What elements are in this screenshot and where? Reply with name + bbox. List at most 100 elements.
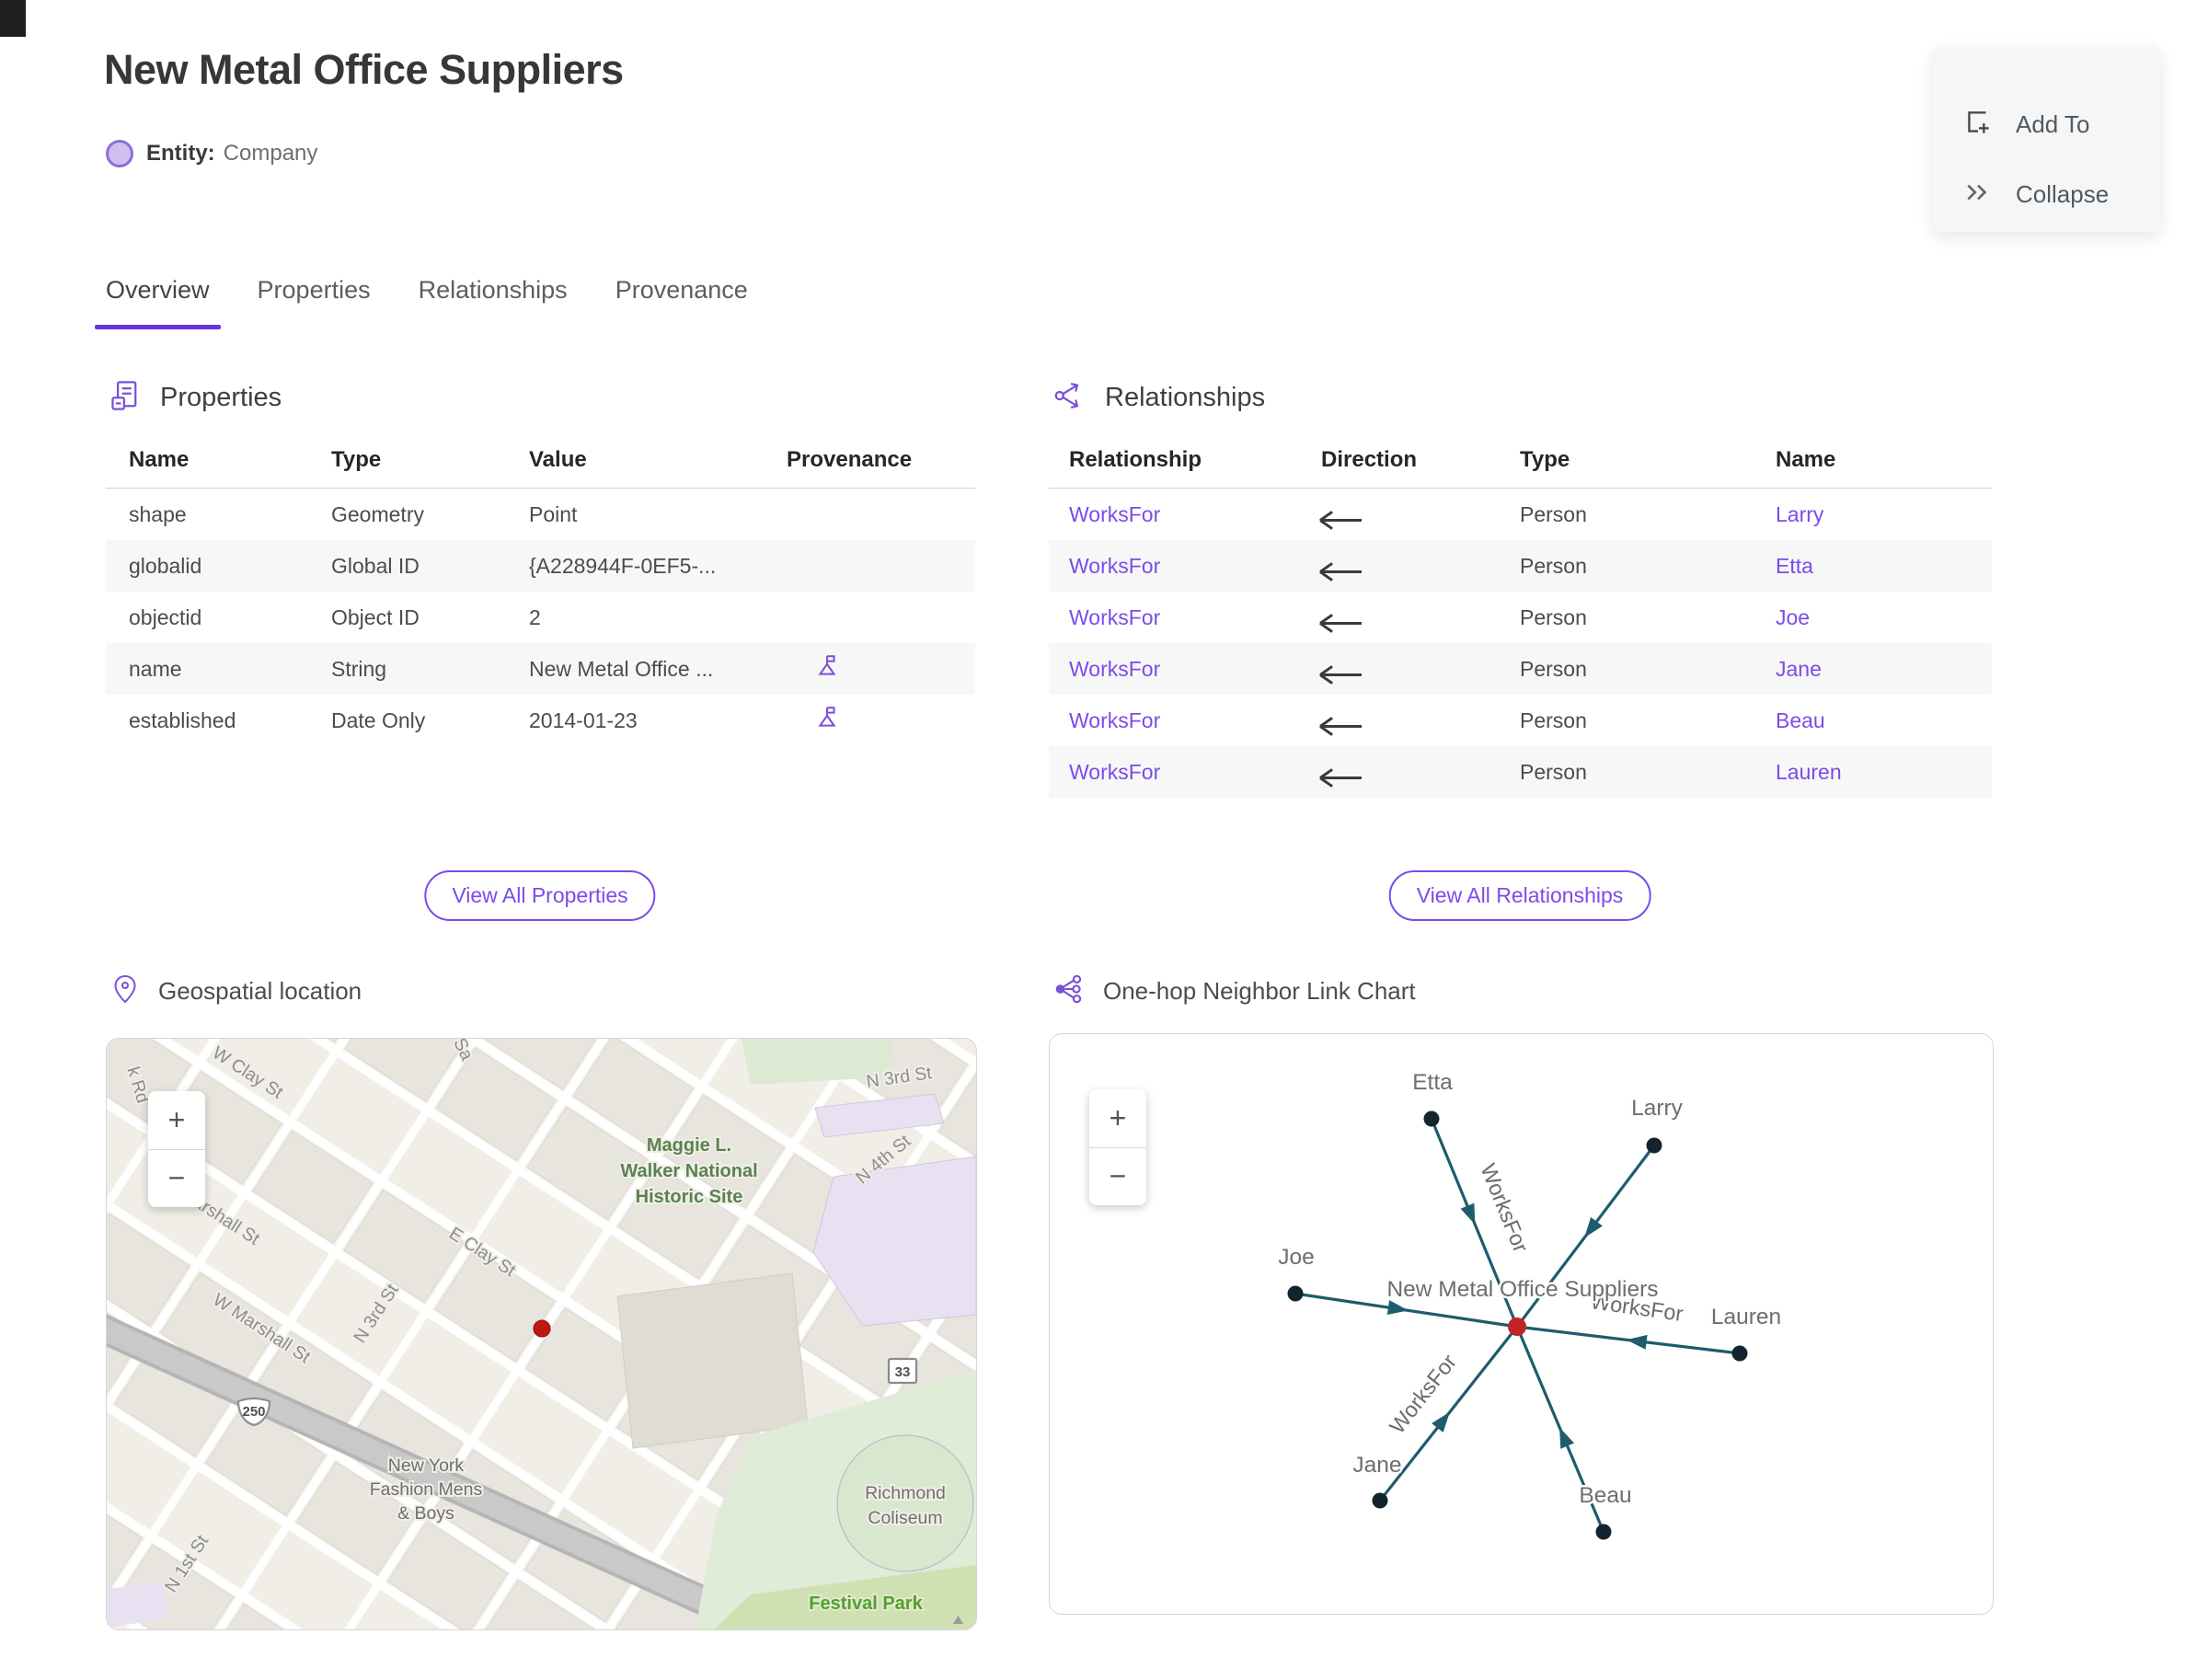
edge-label: WorksFor [1385,1350,1461,1438]
direction-arrow-icon [1321,621,1362,625]
relationships-table-header: Relationship Direction Type Name [1049,432,1992,489]
relationship-row: WorksFor Person Etta [1049,540,1992,592]
linkchart-section-header: One-hop Neighbor Link Chart [1053,973,1416,1009]
relationship-link[interactable]: WorksFor [1069,760,1321,785]
relationship-link[interactable]: WorksFor [1069,708,1321,733]
node-joe[interactable] [1287,1285,1304,1302]
relationship-type: Person [1520,553,1587,578]
chart-zoom-in-button[interactable]: + [1089,1089,1146,1147]
link-chart-icon [1053,973,1085,1009]
relationships-icon [1053,379,1087,417]
properties-table: Name Type Value Provenance shape Geometr… [106,432,975,746]
edge-label: WorksFor [1476,1160,1533,1256]
related-entity-link[interactable]: Joe [1776,605,1992,630]
page-title: New Metal Office Suppliers [104,46,624,93]
provenance-icon[interactable] [787,653,975,685]
property-row: established Date Only 2014-01-23 [106,695,975,746]
center-node[interactable] [1508,1318,1526,1336]
relationship-type: Person [1520,708,1587,732]
provenance-icon[interactable] [787,705,975,736]
map-canvas[interactable]: k Rd W Clay St Sa Marshall St W Marshall… [107,1039,976,1629]
svg-text:& Boys: & Boys [397,1503,454,1524]
node-label: Joe [1278,1245,1315,1270]
view-all-relationships-button[interactable]: View All Relationships [1388,870,1651,921]
edge-arrow-icon [1559,1427,1575,1449]
edge-arrow-icon [1460,1202,1476,1225]
node-lauren[interactable] [1731,1345,1748,1362]
link-chart[interactable]: WorksFor WorksFor WorksFor Etta Larry Joe Laur… [1049,1033,1994,1615]
property-name: name [129,656,182,681]
properties-section-title: Properties [160,383,282,412]
map-marker[interactable] [533,1319,551,1338]
property-name: shape [129,501,187,526]
direction-arrow-icon [1321,724,1362,728]
node-jane[interactable] [1372,1492,1388,1509]
property-row: shape Geometry Point [106,489,975,540]
relationships-section-header: Relationships [1053,379,1265,417]
tabs: Overview Properties Relationships Provenanc… [95,272,785,329]
svg-text:Historic Site: Historic Site [636,1187,743,1207]
map-label-festival: Festival Park [809,1594,923,1614]
relationship-row: WorksFor Person Beau [1049,695,1992,746]
relationship-link[interactable]: WorksFor [1069,605,1321,630]
properties-table-body: shape Geometry Point globalid Global ID … [106,489,975,746]
entity-row: Entity: Company [106,140,317,167]
add-to-button[interactable]: Add To [1962,107,2089,143]
node-larry[interactable] [1646,1137,1662,1154]
tab-properties[interactable]: Properties [247,272,382,329]
direction-cell [1321,554,1520,579]
tab-relationships[interactable]: Relationships [408,272,579,329]
property-type: Global ID [331,553,420,578]
geospatial-section-title: Geospatial location [158,977,362,1005]
view-all-properties-button[interactable]: View All Properties [424,870,656,921]
map-zoom-in-button[interactable]: + [148,1091,205,1149]
relationship-link[interactable]: WorksFor [1069,657,1321,682]
related-entity-link[interactable]: Beau [1776,708,1992,733]
map-zoom-control: + − [148,1091,205,1207]
property-row: globalid Global ID {A228944F-0EF5-... [106,540,975,592]
relationship-link[interactable]: WorksFor [1069,554,1321,579]
direction-cell [1321,502,1520,527]
center-node-label: New Metal Office Suppliers [1386,1277,1658,1302]
property-type: Date Only [331,708,426,732]
map-label-maggie: Maggie L. [647,1135,731,1156]
add-to-icon [1962,107,1994,143]
tab-provenance[interactable]: Provenance [604,272,759,329]
svg-text:Coliseum: Coliseum [868,1508,942,1528]
node-label: Lauren [1711,1305,1781,1329]
node-label: Jane [1352,1453,1401,1478]
route-shield-33: 33 [887,1357,918,1385]
svg-text:33: 33 [895,1364,911,1380]
map-zoom-out-button[interactable]: − [148,1150,205,1208]
relationship-row: WorksFor Person Joe [1049,592,1992,643]
window-corner [0,0,26,37]
chart-zoom-out-button[interactable]: − [1089,1148,1146,1206]
related-entity-link[interactable]: Jane [1776,657,1992,682]
relationship-link[interactable]: WorksFor [1069,502,1321,527]
related-entity-link[interactable]: Larry [1776,502,1992,527]
node-etta[interactable] [1423,1110,1440,1127]
property-type: Object ID [331,604,420,629]
collapse-button[interactable]: Collapse [1962,177,2109,213]
relationship-type: Person [1520,501,1587,526]
tab-overview[interactable]: Overview [95,272,221,329]
map[interactable]: k Rd W Clay St Sa Marshall St W Marshall… [106,1038,977,1630]
direction-cell [1321,760,1520,785]
related-entity-link[interactable]: Etta [1776,554,1992,579]
relationship-type: Person [1520,604,1587,629]
property-value: 2014-01-23 [529,708,638,732]
link-chart-canvas[interactable]: WorksForWorksForWorksForEttaLarryJoeLaur… [1050,1034,1993,1614]
related-entity-link[interactable]: Lauren [1776,760,1992,785]
property-value: New Metal Office ... [529,656,714,681]
direction-cell [1321,605,1520,630]
property-name: globalid [129,553,202,578]
svg-text:250: 250 [242,1404,265,1420]
direction-arrow-icon [1321,776,1362,779]
map-coliseum-circle [836,1434,974,1572]
relationship-type: Person [1520,759,1587,784]
relationship-type: Person [1520,656,1587,681]
properties-table-header: Name Type Value Provenance [106,432,975,489]
node-label: Larry [1631,1096,1684,1121]
properties-icon [109,379,142,417]
node-beau[interactable] [1595,1524,1612,1540]
